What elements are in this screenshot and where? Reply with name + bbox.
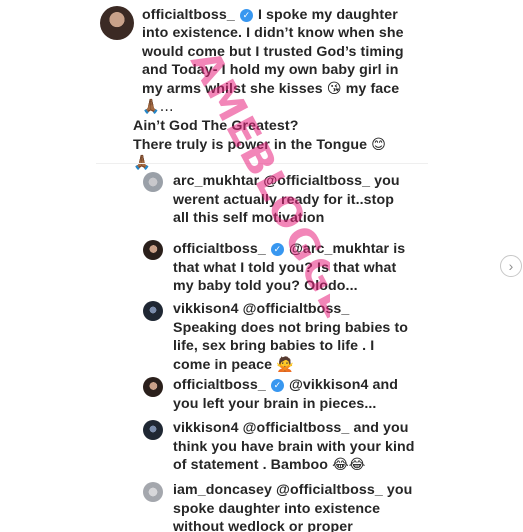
laughing-emoji-icon: 😂😂 (332, 457, 366, 474)
comment-text-part: come in peace (173, 356, 273, 373)
comment-text: without wedlock or proper (173, 519, 353, 532)
next-arrow-button[interactable]: › (500, 255, 522, 277)
smile-emoji-icon: 😊 (371, 136, 387, 153)
commenter-avatar[interactable] (143, 420, 163, 440)
post-author-avatar[interactable] (100, 6, 134, 40)
caption-line: into existence. I didn’t know when she (142, 25, 404, 41)
comment-username[interactable]: iam_doncasey (173, 482, 272, 498)
gesture-emoji-icon: 🙅 (276, 356, 294, 373)
comment-text: all this self motivation (173, 210, 325, 227)
caption-line: 🙏🏾... (142, 99, 174, 116)
comment-text: life, sex bring babies to life . I (173, 338, 375, 355)
comment-username[interactable]: vikkison4 (173, 301, 239, 317)
comment: officialtboss_ ✓ @arc_mukhtar is that wh… (173, 240, 443, 296)
comment-text: my baby told you? Olodo... (173, 278, 358, 295)
comment-mention[interactable]: @officialtboss_ (243, 420, 350, 436)
comment-username[interactable]: officialtboss_ (173, 377, 266, 393)
comment-mention[interactable]: @vikkison4 (289, 377, 369, 393)
comment-username[interactable]: vikkison4 (173, 420, 239, 436)
caption-line: I spoke my daughter (257, 7, 398, 23)
section-divider (96, 163, 428, 164)
post-caption-tail: Ain’t God The Greatest? There truly is p… (133, 117, 433, 173)
commenter-avatar[interactable] (143, 172, 163, 192)
comment-text-part: of statement . Bamboo (173, 457, 329, 474)
verified-badge-icon: ✓ (270, 243, 284, 256)
comment: arc_mukhtar @officialtboss_ you werent a… (173, 172, 443, 228)
comment-mention[interactable]: @officialtboss_ (243, 301, 350, 317)
caption-line: would come but I trusted God’s timing (142, 43, 404, 60)
post-author-username[interactable]: officialtboss_ (142, 7, 235, 23)
caption-line: my arms whilst she kisses 😘 my face (142, 80, 442, 99)
verified-badge-icon: ✓ (270, 379, 284, 392)
comment-text: think you have brain with your kind (173, 438, 415, 455)
kiss-emoji-icon: 😘 (326, 80, 342, 97)
chevron-right-icon: › (508, 258, 514, 274)
comment: vikkison4 @officialtboss_ Speaking does … (173, 300, 443, 374)
comment-mention[interactable]: @officialtboss_ (276, 482, 383, 498)
commenter-avatar[interactable] (143, 377, 163, 397)
caption-line: and Today- I hold my own baby girl in (142, 62, 399, 79)
caption-line: There truly is power in the Tongue 😊 (133, 136, 433, 155)
caption-text: my face (345, 80, 400, 97)
comment-text: and you (353, 420, 409, 436)
comment-mention[interactable]: @arc_mukhtar (289, 241, 389, 257)
comment: iam_doncasey @officialtboss_ you spoke d… (173, 481, 443, 532)
comment-username[interactable]: officialtboss_ (173, 241, 266, 257)
comment-text: come in peace 🙅 (173, 356, 443, 375)
caption-text: There truly is power in the Tongue (133, 136, 368, 153)
commenter-avatar[interactable] (143, 301, 163, 321)
comment-text: you (386, 482, 413, 498)
comment-text: you (374, 173, 400, 189)
instagram-comments-view: officialtboss_ ✓ I spoke my daughter int… (0, 0, 523, 532)
verified-badge-icon: ✓ (239, 9, 253, 22)
comment-text: werent actually ready for it..stop (173, 191, 394, 208)
comment-username[interactable]: arc_mukhtar (173, 173, 259, 189)
comment-text: that what I told you? Is that what (173, 259, 397, 276)
comment-text: spoke daughter into existence (173, 500, 381, 517)
caption-text: my arms whilst she kisses (142, 80, 323, 97)
comment: officialtboss_ ✓ @vikkison4 and you left… (173, 376, 443, 413)
post-caption-body: into existence. I didn’t know when she w… (142, 24, 442, 117)
comment: vikkison4 @officialtboss_ and you think … (173, 419, 443, 475)
post-caption: officialtboss_ ✓ I spoke my daughter (142, 6, 432, 25)
commenter-avatar[interactable] (143, 482, 163, 502)
comment-text: is (393, 241, 406, 257)
comment-text: you left your brain in pieces... (173, 395, 377, 412)
caption-line: Ain’t God The Greatest? (133, 118, 299, 134)
comment-text: and (372, 377, 399, 393)
comment-text: of statement . Bamboo 😂😂 (173, 456, 443, 475)
comment-text: Speaking does not bring babies to (173, 319, 409, 336)
comment-mention[interactable]: @officialtboss_ (263, 173, 370, 189)
commenter-avatar[interactable] (143, 240, 163, 260)
